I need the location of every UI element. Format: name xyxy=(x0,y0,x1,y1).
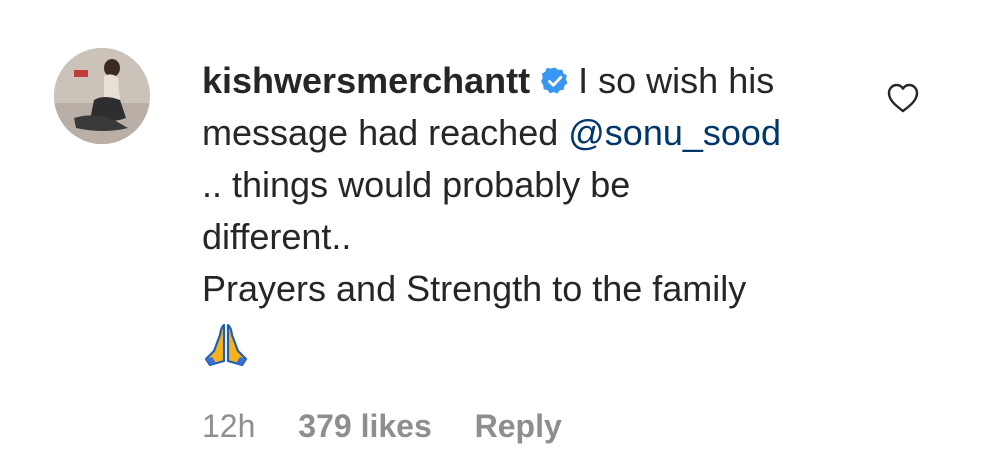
reply-button[interactable]: Reply xyxy=(475,408,562,444)
avatar[interactable] xyxy=(54,48,150,144)
timestamp[interactable]: 12h xyxy=(202,408,255,444)
comment-body: kishwersmerchantt I so wish his message h… xyxy=(202,55,852,367)
comment-text-4: different.. xyxy=(202,216,352,257)
like-button[interactable] xyxy=(885,80,921,116)
likes-count-button[interactable]: 379 likes xyxy=(298,408,431,444)
folded-hands-icon xyxy=(202,321,250,367)
comment: kishwersmerchantt I so wish his message h… xyxy=(0,0,999,472)
comment-text-2: message had reached xyxy=(202,112,559,153)
heart-outline-icon xyxy=(887,83,919,113)
verified-badge-icon xyxy=(540,66,570,96)
comment-text-1: I so wish his xyxy=(578,60,775,101)
mention-link[interactable]: @sonu_sood xyxy=(568,112,781,153)
comment-text-5: Prayers and Strength to the family xyxy=(202,268,747,309)
comment-text-3: .. things would probably be xyxy=(202,164,631,205)
username-link[interactable]: kishwersmerchantt xyxy=(202,60,530,101)
comment-meta: 12h 379 likes Reply xyxy=(202,404,596,448)
avatar-image xyxy=(54,48,150,144)
